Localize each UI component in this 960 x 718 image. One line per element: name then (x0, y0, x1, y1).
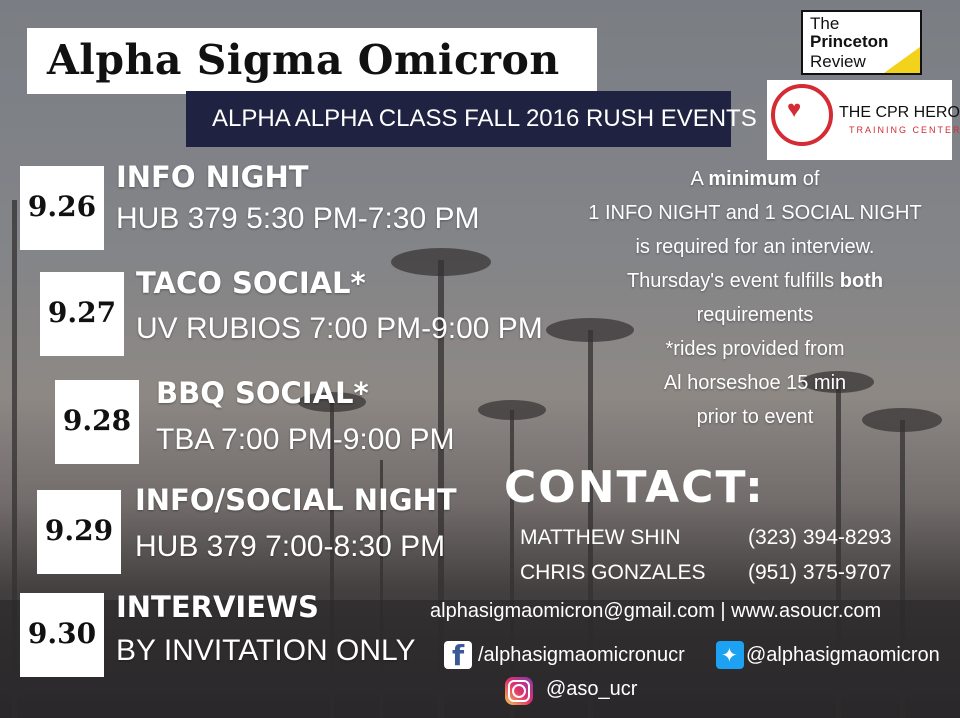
date-badge: 9.29 (37, 490, 121, 574)
facebook-icon: f (444, 639, 472, 672)
event-detail: BY INVITATION ONLY (116, 634, 416, 667)
email-website-line[interactable]: alphasigmaomicron@gmail.com | www.asoucr… (430, 600, 881, 623)
contact-heading: CONTACT: (504, 462, 765, 513)
subtitle-banner: ALPHA ALPHA CLASS FALL 2016 RUSH EVENTS (186, 91, 757, 147)
date-badge: 9.26 (20, 166, 104, 250)
event-name: INFO NIGHT (116, 160, 309, 194)
contact-phone[interactable]: (323) 394-8293 (748, 526, 892, 550)
date-badge: 9.30 (20, 593, 104, 677)
facebook-handle[interactable]: /alphasigmaomicronucr (478, 644, 685, 667)
event-name: BBQ SOCIAL* (156, 376, 369, 410)
event-name: TACO SOCIAL* (136, 266, 366, 300)
contact-phone[interactable]: (951) 375-9707 (748, 561, 892, 585)
page-title: Alpha Sigma Omicron (47, 36, 560, 84)
twitter-icon: ✦ (716, 641, 744, 669)
event-detail: HUB 379 5:30 PM-7:30 PM (116, 202, 480, 235)
heart-icon: ♥ (787, 96, 802, 123)
contact-name: MATTHEW SHIN (520, 526, 681, 549)
twitter-handle[interactable]: @alphasigmaomicron (746, 644, 940, 667)
cpr-hero-logo: ♥ THE CPR HERO TRAINING CENTER (767, 80, 960, 160)
yellow-corner-shape (884, 47, 920, 73)
event-name: INTERVIEWS (116, 590, 319, 624)
cpr-circle-emblem (771, 84, 833, 146)
event-detail: TBA 7:00 PM-9:00 PM (156, 423, 455, 456)
event-name: INFO/SOCIAL NIGHT (135, 483, 457, 517)
date-badge: 9.28 (55, 380, 139, 464)
contact-name: CHRIS GONZALES (520, 561, 706, 584)
page-subtitle: ALPHA ALPHA CLASS FALL 2016 RUSH EVENTS (212, 105, 757, 132)
date-badge: 9.27 (40, 272, 124, 356)
instagram-icon (505, 677, 533, 705)
event-detail: HUB 379 7:00-8:30 PM (135, 530, 446, 563)
requirements-note: A minimum of 1 INFO NIGHT and 1 SOCIAL N… (588, 168, 922, 428)
event-detail: UV RUBIOS 7:00 PM-9:00 PM (136, 312, 543, 345)
title-banner: Alpha Sigma Omicron (27, 28, 597, 94)
instagram-handle[interactable]: @aso_ucr (546, 678, 637, 701)
princeton-review-logo: The Princeton Review (801, 10, 922, 75)
